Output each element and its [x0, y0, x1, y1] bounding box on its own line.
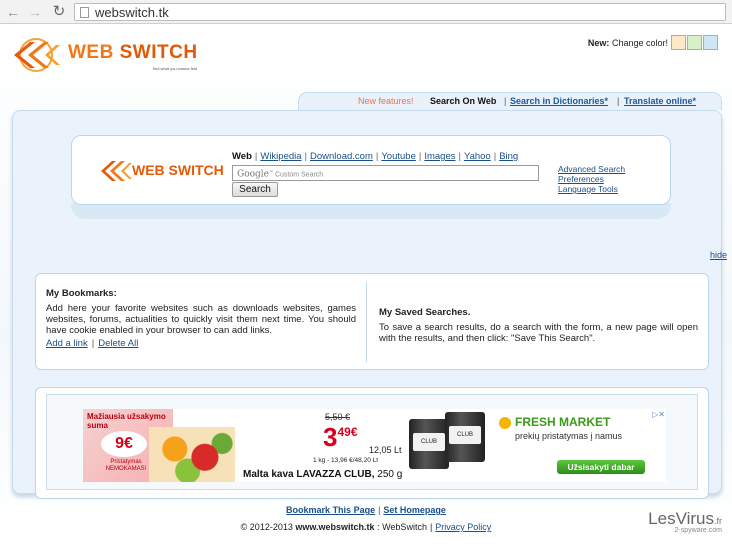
privacy-policy-link[interactable]: Privacy Policy: [435, 522, 491, 532]
coffee-can-image: CLUB: [409, 419, 449, 469]
search-box: WEB SWITCH Web | Wikipedia | Download.com | Yo…: [71, 135, 671, 205]
engine-bing[interactable]: Bing: [499, 151, 518, 162]
bookmark-page-link[interactable]: Bookmark This Page: [286, 505, 375, 515]
color-picker: New: Change color!: [518, 35, 718, 51]
banner-ad[interactable]: Mažiausia užsakymo suma 9€ Pristatymas N…: [83, 409, 666, 482]
url-text: webswitch.tk: [95, 5, 169, 20]
saved-searches-title: My Saved Searches.: [379, 307, 471, 318]
bookmarks-title: My Bookmarks:: [46, 288, 117, 299]
engine-images[interactable]: Images: [424, 151, 455, 162]
logo-chevrons-icon: [101, 161, 132, 181]
coffee-can-image: CLUB: [445, 412, 485, 462]
search-logo: WEB SWITCH: [98, 158, 228, 184]
set-homepage-link[interactable]: Set Homepage: [383, 505, 446, 515]
color-swatch-orange[interactable]: [671, 35, 686, 50]
new-features-label: New features!: [358, 96, 414, 106]
ad-panel: Mažiausia užsakymo suma 9€ Pristatymas N…: [35, 387, 709, 499]
add-link-button[interactable]: Add a link: [46, 338, 88, 349]
fresh-market-logo-icon: [499, 417, 511, 429]
watermark-main: LesVirus: [648, 509, 714, 528]
ad-new-price: 349€: [323, 422, 358, 452]
ad-brand-subtitle: prekių pristatymas į namus: [515, 431, 623, 441]
search-placeholder: Custom Search: [274, 171, 324, 179]
logo-chevrons-icon: [14, 38, 60, 72]
advanced-search-link[interactable]: Advanced Search: [558, 164, 625, 174]
reload-icon[interactable]: ↻: [50, 3, 68, 21]
tab-search-in-dictionaries[interactable]: Search in Dictionaries*: [510, 96, 608, 106]
tab-translate-online[interactable]: Translate online*: [624, 96, 696, 106]
saved-searches-text: To save a search results, do a search wi…: [379, 322, 698, 344]
browser-toolbar: ← → ↻ webswitch.tk: [0, 0, 732, 24]
watermark: LesVirus.fr 2-spyware.com: [648, 509, 722, 534]
tab-search-on-web[interactable]: Search On Web: [430, 96, 496, 106]
delete-all-button[interactable]: Delete All: [98, 338, 138, 349]
color-swatch-green[interactable]: [687, 35, 702, 50]
bookmarks-section: My Bookmarks: Add here your favorite web…: [46, 288, 356, 349]
ad-fruit-image: [149, 427, 235, 482]
color-swatch-blue[interactable]: [703, 35, 718, 50]
bookmarks-text: Add here your favorite websites such as …: [46, 303, 356, 336]
ad-min-order-price: 9€: [101, 431, 147, 457]
forward-arrow-icon[interactable]: →: [26, 3, 44, 21]
page-icon: [80, 7, 89, 18]
engine-wikipedia[interactable]: Wikipedia: [260, 151, 301, 162]
ad-price-block: 5,50 € 349€ 12,05 Lt 1 kg - 13,96 €/48,2…: [313, 410, 413, 470]
search-options: Advanced Search Preferences Language Too…: [558, 164, 625, 194]
color-change-label: Change color!: [611, 38, 668, 48]
copyright-site: www.webswitch.tk: [295, 522, 375, 532]
search-engine-list: Web | Wikipedia | Download.com | Youtube | Image…: [232, 151, 519, 162]
engine-web[interactable]: Web: [232, 151, 252, 162]
address-bar[interactable]: webswitch.tk: [74, 3, 726, 21]
ad-brand-name: FRESH MARKET: [515, 415, 611, 429]
copyright: © 2012-2013 www.webswitch.tk : WebSwitch…: [240, 522, 492, 532]
search-logo-text: WEB SWITCH: [132, 162, 224, 178]
saved-searches-section: My Saved Searches. To save a search resu…: [366, 282, 708, 362]
logo-text: WEB SWITCH: [68, 42, 198, 63]
info-panel: My Bookmarks: Add here your favorite web…: [35, 273, 709, 370]
ad-order-now-button[interactable]: Užsisakyti dabar: [557, 460, 645, 474]
search-tabs: New features! Search On Web | Search in …: [298, 92, 722, 110]
main-panel: WEB SWITCH Web | Wikipedia | Download.com | Yo…: [12, 110, 727, 499]
tab-separator: |: [617, 96, 620, 106]
engine-yahoo[interactable]: Yahoo: [464, 151, 491, 162]
ad-product-name: Malta kava LAVAZZA CLUB, 250 g: [243, 469, 403, 480]
site-logo[interactable]: WEB SWITCH find what you wanna find: [8, 33, 208, 77]
back-arrow-icon[interactable]: ←: [4, 3, 22, 21]
ad-unit-price: 1 kg - 13,96 €/48,20 Lt: [313, 457, 379, 464]
footer-links: Bookmark This Page | Set Homepage: [286, 505, 446, 515]
search-button[interactable]: Search: [232, 182, 278, 197]
tab-separator: |: [504, 96, 507, 106]
ad-old-price: 5,50 €: [325, 412, 351, 422]
search-input[interactable]: Google™ Custom Search: [232, 165, 539, 181]
engine-youtube[interactable]: Youtube: [381, 151, 416, 162]
copyright-name: WebSwitch: [382, 522, 427, 532]
engine-download-com[interactable]: Download.com: [310, 151, 373, 162]
hide-link[interactable]: hide: [710, 250, 727, 260]
ad-choices-icon[interactable]: ▷✕: [647, 410, 665, 420]
language-tools-link[interactable]: Language Tools: [558, 184, 625, 194]
search-box-shadow: [71, 203, 671, 219]
google-brand: Google: [237, 169, 269, 180]
ad-price-litas: 12,05 Lt: [369, 445, 402, 455]
preferences-link[interactable]: Preferences: [558, 174, 625, 184]
page: WEB SWITCH find what you wanna find New:…: [0, 25, 732, 544]
logo-tagline: find what you wanna find: [153, 66, 198, 71]
color-new-label: New:: [587, 38, 610, 48]
